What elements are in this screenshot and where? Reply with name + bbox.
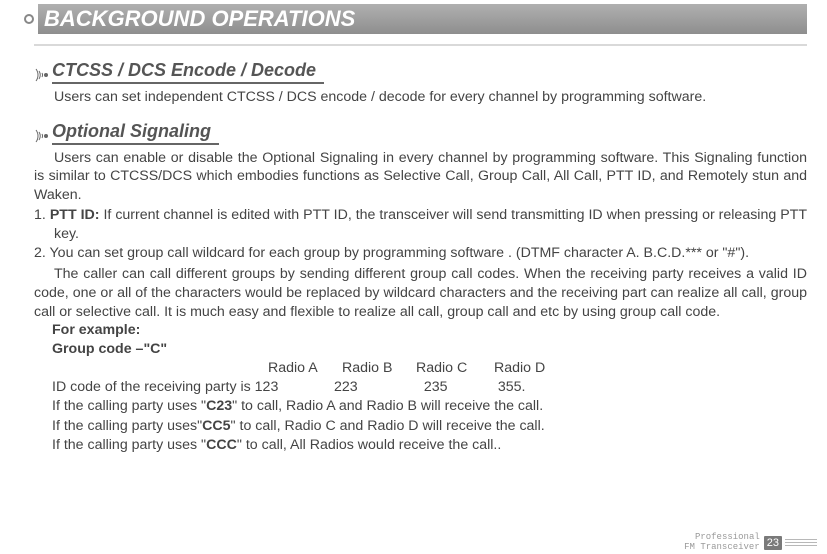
group-code-label: Group code –"C" <box>52 340 807 359</box>
optsig-p2-text: The caller can call different groups by … <box>34 266 807 319</box>
wave-icon <box>34 127 50 145</box>
call-line-2: If the calling party uses"CC5" to call, … <box>52 417 807 436</box>
id-lead: ID code of the receiving party is 123 <box>52 378 330 397</box>
call1-a: If the calling party uses " <box>52 398 206 414</box>
id-d: 355. <box>498 378 526 397</box>
section-header-optsig: Optional Signaling <box>34 121 807 145</box>
call3-b: " to call, All Radios would receive the … <box>237 437 501 453</box>
radio-header-row: Radio A Radio B Radio C Radio D <box>52 359 807 378</box>
header-bar: BACKGROUND OPERATIONS <box>24 4 807 34</box>
list-item-2: 2. You can set group call wildcard for e… <box>34 244 807 263</box>
section-title-ctcss: CTCSS / DCS Encode / Decode <box>52 60 324 84</box>
call1-code: C23 <box>206 398 232 414</box>
footer-line2: FM Transceiver <box>684 543 760 552</box>
footer-text: Professional FM Transceiver <box>684 533 760 552</box>
page-number: 23 <box>764 536 782 550</box>
call-line-1: If the calling party uses "C23" to call,… <box>52 397 807 416</box>
call-line-3: If the calling party uses "CCC" to call,… <box>52 436 807 455</box>
example-label: For example: <box>52 321 807 340</box>
divider-line <box>34 44 807 46</box>
optsig-paragraph-1: Users can enable or disable the Optional… <box>34 149 807 205</box>
section-ctcss: CTCSS / DCS Encode / Decode Users can se… <box>34 60 807 107</box>
optsig-p1-text: Users can enable or disable the Optional… <box>34 150 807 203</box>
id-b: 223 <box>334 378 420 397</box>
li1-bold: PTT ID: <box>50 207 100 223</box>
call2-a: If the calling party uses" <box>52 418 202 434</box>
header-title-bar: BACKGROUND OPERATIONS <box>38 4 807 34</box>
id-c: 235 <box>424 378 494 397</box>
example-block: For example: Group code –"C" Radio A Rad… <box>52 321 807 454</box>
footer-lines-icon <box>785 538 817 547</box>
call1-b: " to call, Radio A and Radio B will rece… <box>232 398 543 414</box>
footer: Professional FM Transceiver 23 <box>684 533 817 552</box>
li1-rest: If current channel is edited with PTT ID… <box>54 207 807 242</box>
radio-col-c: Radio C <box>416 359 494 378</box>
wave-icon <box>34 66 50 84</box>
call3-code: CCC <box>206 437 237 453</box>
call2-code: CC5 <box>202 418 230 434</box>
bullet-icon <box>24 14 34 24</box>
section-title-optsig: Optional Signaling <box>52 121 219 145</box>
radio-col-a: Radio A <box>268 359 342 378</box>
header-title-text: BACKGROUND OPERATIONS <box>44 6 355 31</box>
call2-b: " to call, Radio C and Radio D will rece… <box>231 418 545 434</box>
list-item-1: 1. PTT ID: If current channel is edited … <box>34 206 807 243</box>
optsig-paragraph-2: The caller can call different groups by … <box>34 265 807 321</box>
radio-col-d: Radio D <box>494 359 545 378</box>
li1-num: 1. <box>34 207 50 223</box>
call3-a: If the calling party uses " <box>52 437 206 453</box>
section-header-ctcss: CTCSS / DCS Encode / Decode <box>34 60 807 84</box>
section-optional-signaling: Optional Signaling Users can enable or d… <box>34 121 807 455</box>
ctcss-paragraph: Users can set independent CTCSS / DCS en… <box>34 88 807 107</box>
radio-col-b: Radio B <box>342 359 416 378</box>
id-code-row: ID code of the receiving party is 123 22… <box>52 378 807 397</box>
